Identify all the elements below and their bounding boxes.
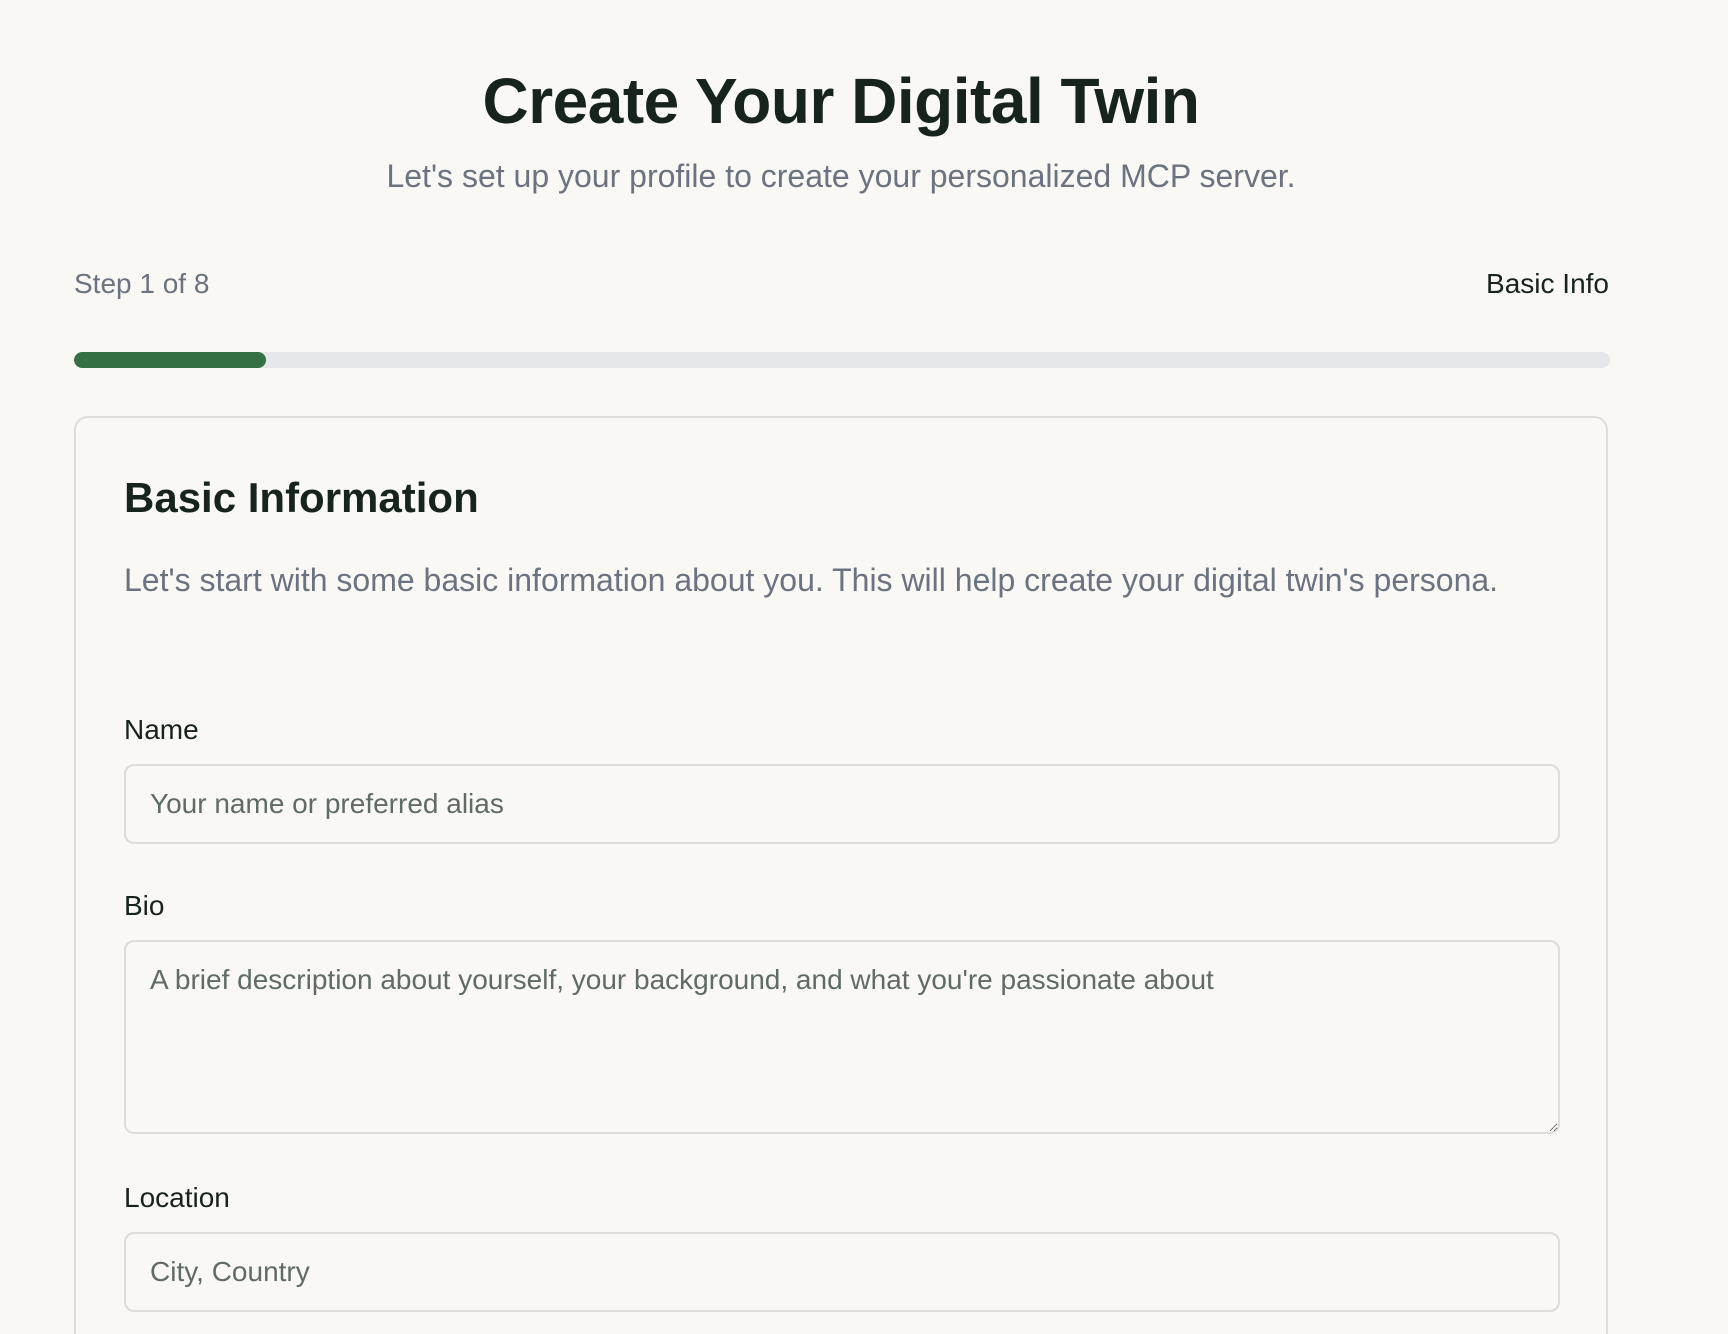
progress-bar bbox=[74, 352, 1610, 368]
card-title: Basic Information bbox=[124, 474, 479, 521]
page-title: Create Your Digital Twin bbox=[482, 65, 1201, 137]
name-label: Name bbox=[124, 714, 199, 745]
bio-label: Bio bbox=[124, 890, 165, 921]
card-description: Let's start with some basic information … bbox=[124, 562, 1499, 598]
progress-bar-fill bbox=[74, 352, 266, 368]
page-subtitle: Let's set up your profile to create your… bbox=[386, 158, 1296, 194]
bio-textarea[interactable] bbox=[124, 940, 1560, 1134]
location-input[interactable] bbox=[124, 1232, 1560, 1312]
onboarding-page: Create Your Digital Twin Let's set up yo… bbox=[0, 0, 1728, 1334]
step-name: Basic Info bbox=[1486, 268, 1609, 299]
location-label: Location bbox=[124, 1182, 230, 1213]
step-counter: Step 1 of 8 bbox=[74, 268, 210, 299]
name-input[interactable] bbox=[124, 764, 1560, 844]
basic-info-card: Basic Information Let's start with some … bbox=[74, 416, 1608, 1334]
